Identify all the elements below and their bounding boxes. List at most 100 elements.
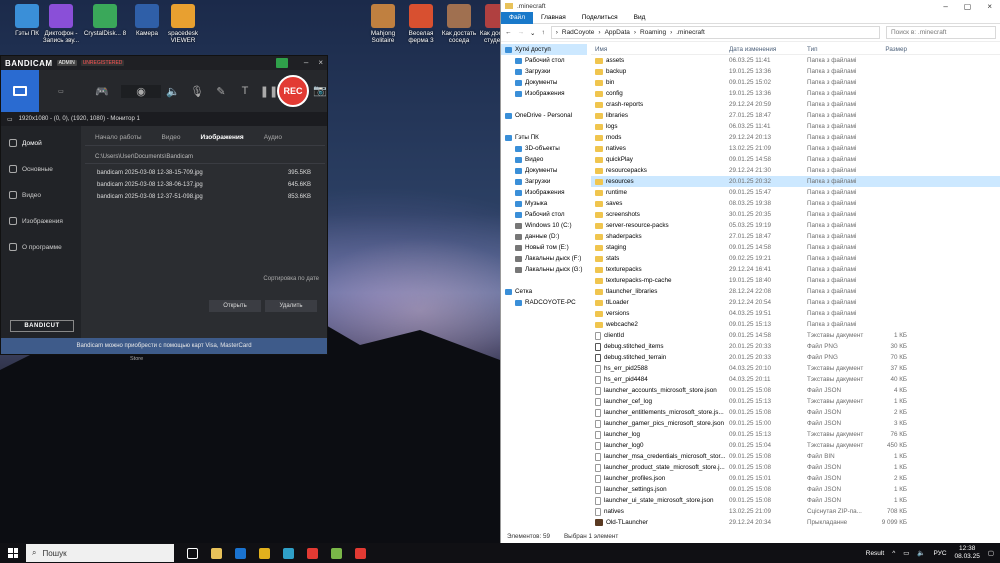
tab[interactable]: Аудио bbox=[254, 130, 292, 145]
file-row[interactable]: launcher_settings.json 09.01.25 15:08 Файл… bbox=[591, 484, 1000, 495]
nav-item[interactable]: RADCOYOTE-PC bbox=[501, 297, 587, 308]
speaker-icon[interactable]: 🔈 bbox=[161, 85, 185, 98]
file-row[interactable]: saves 08.03.25 19:38 Папка з файламі bbox=[591, 198, 1000, 209]
nav-item[interactable]: Документы bbox=[501, 165, 587, 176]
sidebar-item[interactable]: Домой bbox=[1, 130, 81, 156]
nav-item[interactable]: Изображения bbox=[501, 88, 587, 99]
file-row[interactable]: mods 29.12.24 20:13 Папка з файламі bbox=[591, 132, 1000, 143]
desktop-icon[interactable]: Диктофон - Запись зву... bbox=[38, 4, 84, 44]
file-row[interactable]: shaderpacks 27.01.25 18:47 Папка з файламі bbox=[591, 231, 1000, 242]
nav-item[interactable]: данные (D:) bbox=[501, 231, 587, 242]
maximize-icon[interactable]: ▢ bbox=[964, 2, 972, 11]
webcam-icon[interactable]: ◉ bbox=[121, 84, 161, 98]
tab[interactable]: Начало работы bbox=[85, 130, 152, 145]
file-row[interactable]: launcher_gamer_pics_microsoft_store.json… bbox=[591, 418, 1000, 429]
pen-icon[interactable]: ✎ bbox=[209, 85, 233, 98]
file-row[interactable]: logs 06.03.25 11:41 Папка з файламі bbox=[591, 121, 1000, 132]
file-row[interactable]: debug.stitched_terrain 20.01.25 20:33 Файл… bbox=[591, 352, 1000, 363]
file-row[interactable]: staging 09.01.25 14:58 Папка з файламі bbox=[591, 242, 1000, 253]
nav-item[interactable]: Гэты ПК bbox=[501, 132, 587, 143]
sidebar-item[interactable]: Основные bbox=[1, 156, 81, 182]
file-row[interactable]: launcher_ui_state_microsoft_store.json 09… bbox=[591, 495, 1000, 506]
clock[interactable]: 12:38 08.03.25 bbox=[955, 545, 980, 561]
file-row[interactable]: resourcepacks 29.12.24 21:30 Папка з файла… bbox=[591, 165, 1000, 176]
nav-item[interactable]: Музыка bbox=[501, 198, 587, 209]
file-row[interactable]: bin 09.01.25 15:02 Папка з файламі bbox=[591, 77, 1000, 88]
tab[interactable]: Видео bbox=[152, 130, 191, 145]
file-row[interactable]: debug.stitched_items 20.01.25 20:33 Файл P… bbox=[591, 341, 1000, 352]
nav-item[interactable]: Изображения bbox=[501, 187, 587, 198]
file-row[interactable]: backup 19.01.25 13:36 Папка з файламі bbox=[591, 66, 1000, 77]
nav-item[interactable]: Документы bbox=[501, 77, 587, 88]
file-row[interactable]: launcher_profiles.json 09.01.25 15:01 Файл… bbox=[591, 473, 1000, 484]
file-row[interactable]: resources 20.01.25 20:32 Папка з файламі bbox=[591, 176, 1000, 187]
file-row[interactable]: crash-reports 29.12.24 20:59 Папка з файла… bbox=[591, 99, 1000, 110]
column-header[interactable]: Тип bbox=[807, 46, 867, 53]
notification-icon[interactable]: ▢ bbox=[988, 549, 994, 557]
close-icon[interactable]: × bbox=[318, 58, 323, 68]
start-button[interactable] bbox=[0, 543, 26, 563]
file-row[interactable]: stats 09.02.25 19:21 Папка з файламі bbox=[591, 253, 1000, 264]
file-row[interactable]: Old-TLauncher 29.12.24 20:34 Прыкладанне 9 … bbox=[591, 517, 1000, 528]
taskbar-app-chrome[interactable] bbox=[252, 543, 276, 563]
file-row[interactable]: versions 04.03.25 19:51 Папка з файламі bbox=[591, 308, 1000, 319]
mic-icon[interactable]: 🎙 bbox=[185, 85, 209, 98]
nav-item[interactable]: Видео bbox=[501, 154, 587, 165]
file-row[interactable]: launcher_entitlements_microsoft_store.js… bbox=[591, 407, 1000, 418]
file-row[interactable]: runtime 09.01.25 15:47 Папка з файламі bbox=[591, 187, 1000, 198]
file-row[interactable]: webcache2 09.01.25 15:13 Папка з файламі bbox=[591, 319, 1000, 330]
ribbon-tab[interactable]: Вид bbox=[626, 12, 654, 24]
file-row[interactable]: bandicam 2025-03-08 12-38-15-709.jpg 395.… bbox=[85, 167, 325, 179]
file-row[interactable]: launcher_cef_log 09.01.25 15:13 Тэкставы д… bbox=[591, 396, 1000, 407]
minimize-icon[interactable]: – bbox=[943, 2, 947, 11]
result-label[interactable]: Result bbox=[866, 550, 884, 557]
game-mode-button[interactable]: 🎮 bbox=[83, 70, 121, 112]
taskbar-app-edge[interactable] bbox=[276, 543, 300, 563]
search-input[interactable]: Поиск в: .minecraft bbox=[886, 26, 996, 39]
file-row[interactable]: assets 06.03.25 11:41 Папка з файламі bbox=[591, 55, 1000, 66]
file-row[interactable]: bandicam 2025-03-08 12-38-06-137.jpg 645.… bbox=[85, 179, 325, 191]
breadcrumb-item[interactable]: AppData bbox=[605, 29, 630, 36]
file-row[interactable]: launcher_product_state_microsoft_store.j… bbox=[591, 462, 1000, 473]
file-row[interactable]: launcher_log 09.01.25 15:13 Тэкставы дакум… bbox=[591, 429, 1000, 440]
file-row[interactable]: natives 13.02.25 21:09 Папка з файламі bbox=[591, 143, 1000, 154]
nav-item[interactable]: Новый том (E:) bbox=[501, 242, 587, 253]
taskbar-app-yandex[interactable] bbox=[300, 543, 324, 563]
column-header[interactable]: Дата изменения bbox=[729, 46, 807, 53]
delete-button[interactable]: Удалить bbox=[265, 300, 317, 312]
sidebar-item[interactable]: Изображения bbox=[1, 208, 81, 234]
camera-icon[interactable]: 📷 bbox=[313, 84, 327, 97]
file-row[interactable]: bandicam 2025-03-08 12-37-51-098.jpg 853.… bbox=[85, 191, 325, 203]
nav-item[interactable]: OneDrive - Personal bbox=[501, 110, 587, 121]
taskbar-app-explorer[interactable] bbox=[204, 543, 228, 563]
taskbar-search[interactable]: ⌕ Пошук bbox=[26, 544, 174, 562]
taskbar-app-outlook[interactable] bbox=[228, 543, 252, 563]
bandicam-footer[interactable]: Bandicam можно приобрести с помощью карт… bbox=[1, 338, 327, 354]
nav-item[interactable]: Рабочий стол bbox=[501, 55, 587, 66]
file-row[interactable]: screenshots 30.01.25 20:35 Папка з файламі bbox=[591, 209, 1000, 220]
taskbar-app-task-view[interactable] bbox=[180, 543, 204, 563]
sidebar-item[interactable]: Видео bbox=[1, 182, 81, 208]
file-row[interactable]: tlLoader 29.12.24 20:54 Папка з файламі bbox=[591, 297, 1000, 308]
sidebar-item[interactable]: О программе bbox=[1, 234, 81, 260]
breadcrumb[interactable]: › RadCoyote › AppData › Roaming › .minecraft bbox=[550, 26, 880, 39]
nav-item[interactable]: Загрузки bbox=[501, 66, 587, 77]
file-row[interactable]: texturepacks 29.12.24 16:41 Папка з файлам… bbox=[591, 264, 1000, 275]
file-row[interactable]: clientId 09.01.25 14:58 Тэкставы дакумент 1… bbox=[591, 330, 1000, 341]
up-icon[interactable]: ↑ bbox=[541, 29, 544, 36]
taskbar-app-bandicam[interactable] bbox=[348, 543, 372, 563]
nav-item[interactable]: Windows 10 (C:) bbox=[501, 220, 587, 231]
file-row[interactable]: tlauncher_libraries 28.12.24 22:08 Папка з… bbox=[591, 286, 1000, 297]
nav-item[interactable]: Хуткі доступ bbox=[501, 44, 587, 55]
nav-item[interactable]: Загрузки bbox=[501, 176, 587, 187]
bandicut-button[interactable]: BANDICUT bbox=[10, 320, 74, 332]
output-path[interactable]: C:\Users\User\Documents\Bandicam bbox=[85, 150, 325, 164]
breadcrumb-item[interactable]: RadCoyote bbox=[562, 29, 595, 36]
file-row[interactable]: config 19.01.25 13:36 Папка з файламі bbox=[591, 88, 1000, 99]
back-icon[interactable]: ← bbox=[505, 29, 512, 36]
file-row[interactable]: quickPlay 09.01.25 14:58 Папка з файламі bbox=[591, 154, 1000, 165]
ribbon-tab[interactable]: Поделиться bbox=[574, 12, 626, 24]
column-header[interactable]: Размер bbox=[867, 46, 907, 53]
nav-item[interactable]: Лакальны дыск (G:) bbox=[501, 264, 587, 275]
taskbar-app-minecraft[interactable] bbox=[324, 543, 348, 563]
